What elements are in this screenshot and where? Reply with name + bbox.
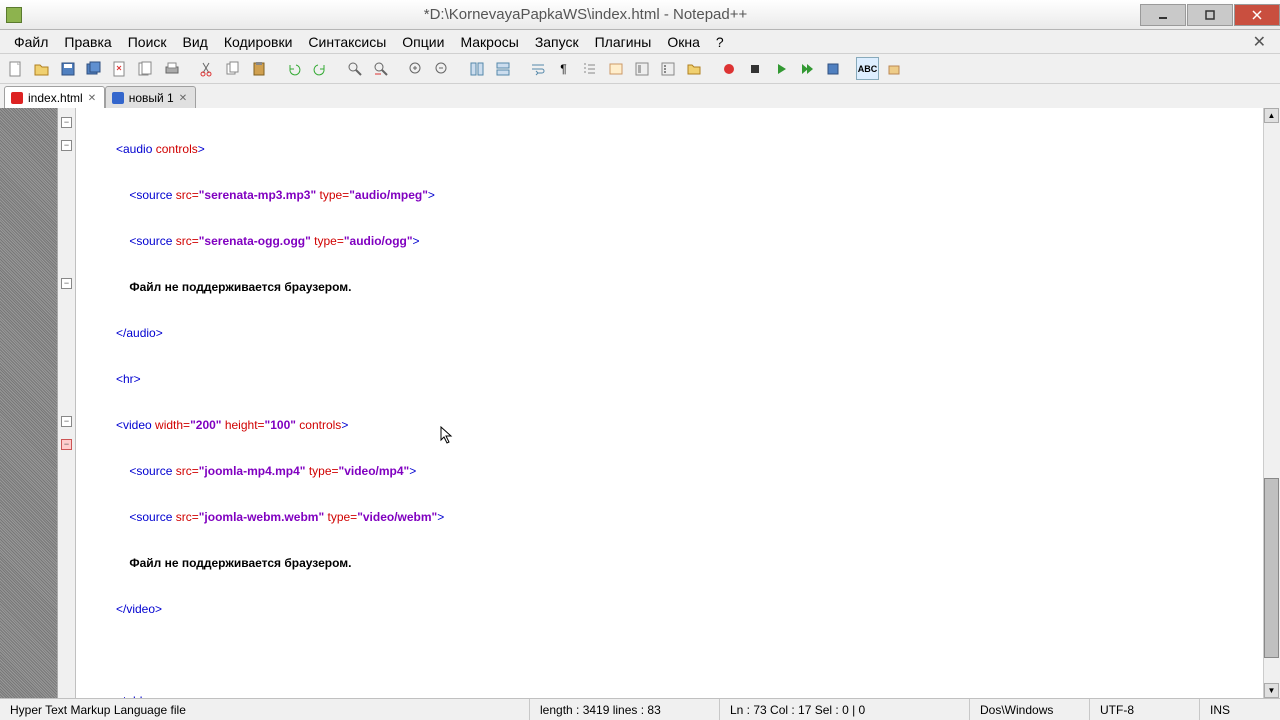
folder-icon[interactable] [682, 57, 705, 80]
open-file-icon[interactable] [30, 57, 53, 80]
macro-play-multi-icon[interactable] [795, 57, 818, 80]
func-list-icon[interactable] [656, 57, 679, 80]
status-encoding[interactable]: UTF-8 [1090, 699, 1200, 720]
menu-bar: Файл Правка Поиск Вид Кодировки Синтакси… [0, 30, 1280, 54]
scroll-down-icon[interactable]: ▼ [1264, 683, 1279, 698]
fold-gutter[interactable]: − − − − − [58, 108, 76, 698]
redo-icon[interactable] [308, 57, 331, 80]
close-file-icon[interactable] [108, 57, 131, 80]
macro-save-icon[interactable] [821, 57, 844, 80]
menu-syntax[interactable]: Синтаксисы [300, 31, 394, 53]
status-file-type: Hyper Text Markup Language file [0, 699, 530, 720]
maximize-button[interactable] [1187, 4, 1233, 26]
close-doc-button[interactable]: ✕ [1245, 32, 1274, 52]
lang-icon[interactable] [604, 57, 627, 80]
editor-area: − − − − − <audio controls> <source src="… [0, 108, 1280, 698]
new-file-icon[interactable] [4, 57, 27, 80]
zoom-in-icon[interactable] [404, 57, 427, 80]
menu-help[interactable]: ? [708, 31, 732, 53]
menu-options[interactable]: Опции [394, 31, 452, 53]
doc-map-icon[interactable] [630, 57, 653, 80]
fold-box-icon[interactable]: − [61, 117, 72, 128]
menu-view[interactable]: Вид [175, 31, 216, 53]
status-bar: Hyper Text Markup Language file length :… [0, 698, 1280, 720]
macro-stop-icon[interactable] [743, 57, 766, 80]
status-position: Ln : 73 Col : 17 Sel : 0 | 0 [720, 699, 970, 720]
sync-h-icon[interactable] [491, 57, 514, 80]
macro-play-icon[interactable] [769, 57, 792, 80]
close-button[interactable] [1234, 4, 1280, 26]
modified-dot-icon [11, 92, 23, 104]
menu-encoding[interactable]: Кодировки [216, 31, 301, 53]
menu-run[interactable]: Запуск [527, 31, 587, 53]
toolbar: ¶ ABC [0, 54, 1280, 84]
menu-edit[interactable]: Правка [56, 31, 119, 53]
menu-file[interactable]: Файл [6, 31, 56, 53]
vertical-scrollbar[interactable]: ▲ ▼ [1263, 108, 1280, 698]
tab-close-icon[interactable]: ✕ [179, 93, 189, 103]
status-insert-mode[interactable]: INS [1200, 699, 1280, 720]
save-all-icon[interactable] [82, 57, 105, 80]
unmodified-dot-icon [112, 92, 124, 104]
status-eol[interactable]: Dos\Windows [970, 699, 1090, 720]
tab-new-1[interactable]: новый 1 ✕ [105, 86, 196, 108]
tab-bar: index.html ✕ новый 1 ✕ [0, 84, 1280, 108]
status-length: length : 3419 lines : 83 [530, 699, 720, 720]
fold-box-icon[interactable]: − [61, 140, 72, 151]
find-icon[interactable] [343, 57, 366, 80]
fold-box-icon[interactable]: − [61, 278, 72, 289]
close-all-icon[interactable] [134, 57, 157, 80]
tab-label: новый 1 [129, 91, 174, 105]
code-area[interactable]: <audio controls> <source src="serenata-m… [76, 108, 1263, 698]
menu-windows[interactable]: Окна [659, 31, 708, 53]
zoom-out-icon[interactable] [430, 57, 453, 80]
indent-guide-icon[interactable] [578, 57, 601, 80]
cut-icon[interactable] [195, 57, 218, 80]
app-icon [6, 7, 22, 23]
macro-record-icon[interactable] [717, 57, 740, 80]
replace-icon[interactable] [369, 57, 392, 80]
spell-icon[interactable]: ABC [856, 57, 879, 80]
scroll-thumb[interactable] [1264, 478, 1279, 658]
undo-icon[interactable] [282, 57, 305, 80]
wrap-icon[interactable] [526, 57, 549, 80]
window-title: *D:\KornevayaPapkaWS\index.html - Notepa… [32, 6, 1139, 23]
show-all-icon[interactable]: ¶ [552, 57, 575, 80]
menu-plugins[interactable]: Плагины [587, 31, 660, 53]
save-icon[interactable] [56, 57, 79, 80]
plugin-icon[interactable] [882, 57, 905, 80]
fold-box-icon[interactable]: − [61, 416, 72, 427]
tab-index-html[interactable]: index.html ✕ [4, 86, 105, 108]
line-number-gutter [0, 108, 58, 698]
tab-close-icon[interactable]: ✕ [88, 93, 98, 103]
scroll-up-icon[interactable]: ▲ [1264, 108, 1279, 123]
menu-search[interactable]: Поиск [120, 31, 175, 53]
title-bar: *D:\KornevayaPapkaWS\index.html - Notepa… [0, 0, 1280, 30]
print-icon[interactable] [160, 57, 183, 80]
menu-macros[interactable]: Макросы [452, 31, 526, 53]
fold-box-icon[interactable]: − [61, 439, 72, 450]
copy-icon[interactable] [221, 57, 244, 80]
sync-v-icon[interactable] [465, 57, 488, 80]
paste-icon[interactable] [247, 57, 270, 80]
window-controls [1139, 4, 1280, 26]
minimize-button[interactable] [1140, 4, 1186, 26]
tab-label: index.html [28, 91, 83, 105]
